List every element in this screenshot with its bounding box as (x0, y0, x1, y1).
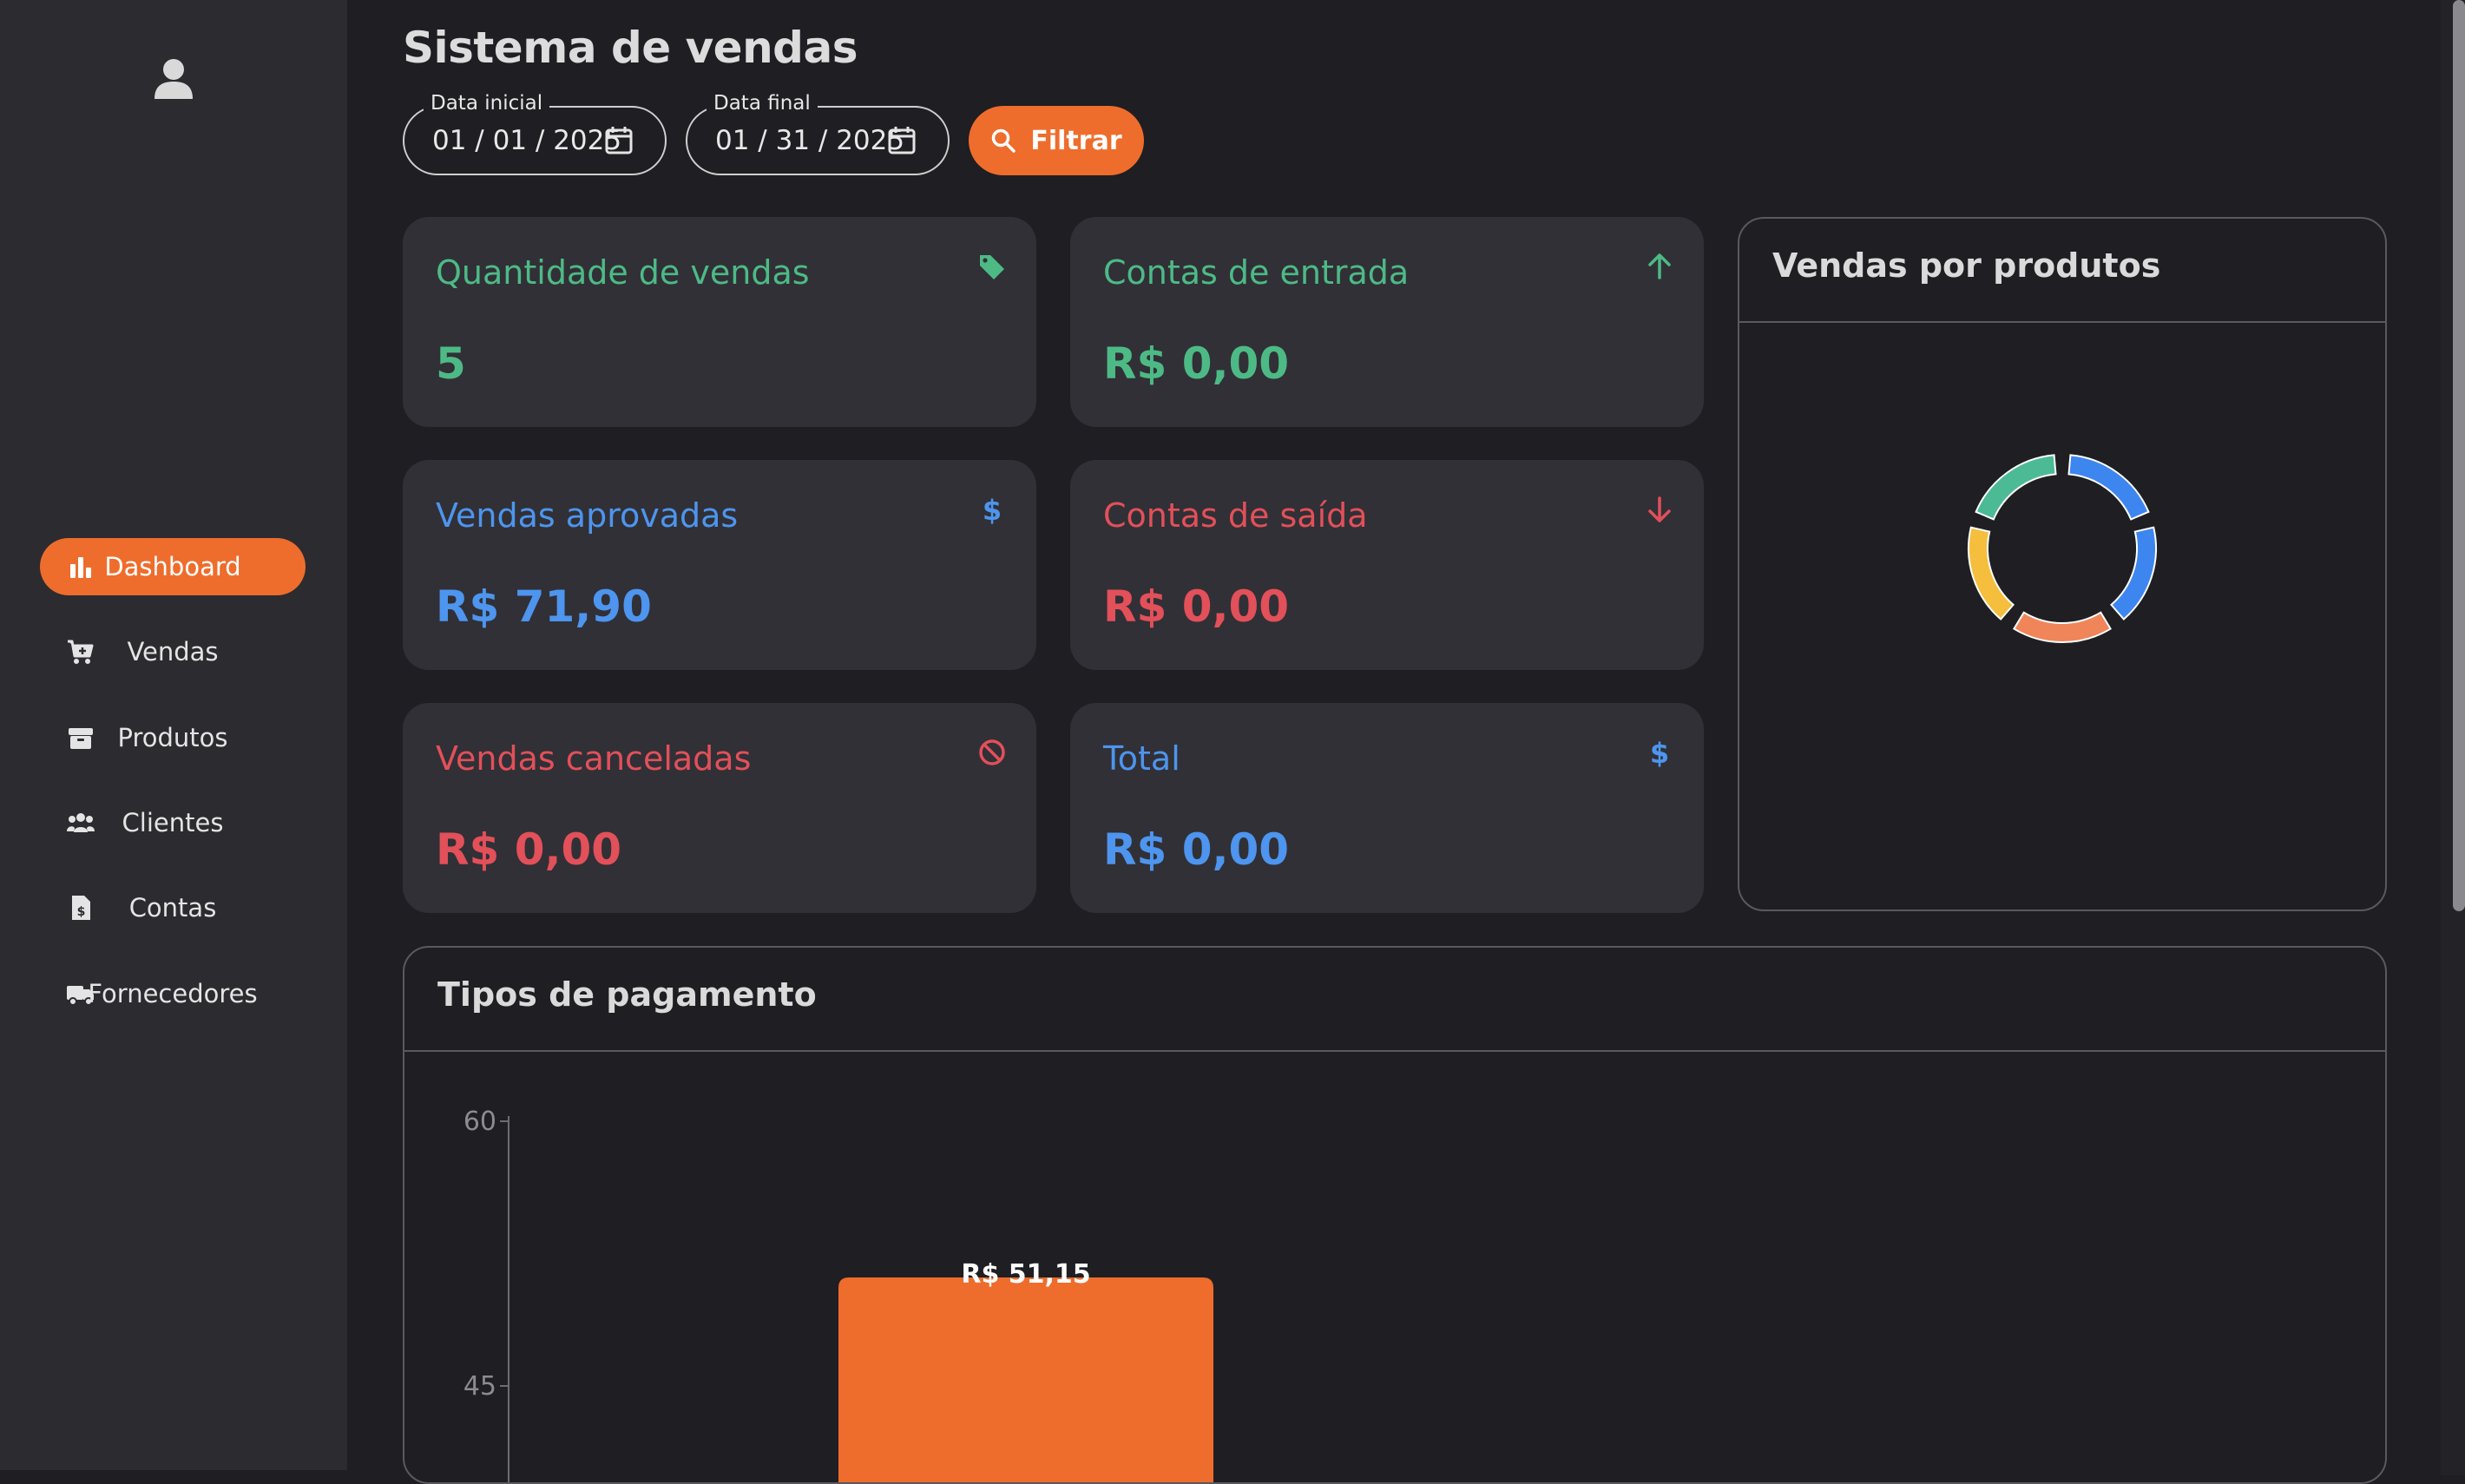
card-value: R$ 0,00 (1103, 824, 1290, 875)
svg-text:$: $ (1650, 738, 1669, 767)
start-date-value[interactable]: 01 / 01 / 2025 (432, 125, 621, 156)
end-date-label: Data final (707, 92, 818, 115)
card-title: Vendas aprovadas (436, 496, 739, 535)
sidebar-item-contas[interactable]: $ Contas (40, 879, 306, 936)
bar-chart: 60 45 R$ 51,15 (463, 1106, 1213, 1484)
page-scrollbar-thumb[interactable] (2453, 0, 2465, 911)
start-date-field[interactable]: Data inicial 01 / 01 / 2025 (403, 92, 667, 175)
tag-icon (980, 255, 1004, 279)
card-title: Contas de entrada (1103, 253, 1410, 292)
card-value: R$ 0,00 (1103, 581, 1290, 632)
tipos-de-pagamento-panel: Tipos de pagamento 60 45 R$ 51,15 (403, 946, 2387, 1484)
card-title: Vendas canceladas (436, 739, 752, 778)
filter-button-label: Filtrar (1030, 125, 1122, 156)
donut-slice[interactable] (2013, 611, 2112, 643)
arrow-up-icon (1648, 253, 1671, 279)
card-vendas-canceladas: Vendas canceladas R$ 0,00 (403, 703, 1036, 913)
filter-button[interactable]: Filtrar (969, 106, 1144, 175)
ban-icon (979, 739, 1005, 765)
page-scrollbar-track[interactable] (2441, 0, 2465, 1475)
sidebar-item-fornecedores[interactable]: Fornecedores (40, 965, 306, 1022)
sidebar-item-clientes[interactable]: Clientes (40, 794, 306, 851)
card-value: R$ 0,00 (1103, 338, 1290, 389)
sidebar-item-label: Fornecedores (88, 979, 258, 1008)
card-contas-entrada: Contas de entrada R$ 0,00 (1070, 217, 1704, 427)
bar-data-label: R$ 51,15 (961, 1259, 1090, 1290)
vendas-por-produtos-panel: Vendas por produtos CAIXA DE BOMBOM GARO… (1738, 217, 2387, 911)
svg-text:$: $ (983, 495, 1002, 524)
y-tick-label: 60 (463, 1106, 496, 1137)
dollar-icon: $ (1650, 738, 1669, 767)
sidebar-item-label: Clientes (122, 808, 224, 837)
sidebar-item-dashboard[interactable]: Dashboard (40, 538, 306, 595)
dollar-icon: $ (983, 495, 1002, 524)
arrow-down-icon (1648, 496, 1671, 522)
card-title: Quantidade de vendas (436, 253, 810, 292)
card-value: 5 (436, 338, 466, 389)
card-contas-saida: Contas de saída R$ 0,00 (1070, 460, 1704, 670)
user-avatar-icon[interactable] (149, 54, 198, 102)
sidebar-item-produtos[interactable]: Produtos (40, 709, 306, 766)
bar[interactable] (838, 1277, 1213, 1484)
calendar-icon[interactable] (604, 125, 634, 156)
sidebar-item-label: Produtos (117, 723, 228, 752)
card-total: Total R$ 0,00 $ (1070, 703, 1704, 913)
donut-slice[interactable] (2110, 526, 2157, 621)
sidebar-item-label: Dashboard (104, 552, 241, 581)
y-tick-label: 45 (463, 1371, 496, 1402)
donut-slice[interactable] (2067, 454, 2150, 521)
sidebar-item-label: Contas (128, 893, 217, 923)
donut-slice[interactable] (1968, 526, 2015, 621)
donut-slice[interactable] (1975, 454, 2057, 521)
card-title: Total (1103, 739, 1180, 778)
card-title: Contas de saída (1103, 496, 1368, 535)
end-date-field[interactable]: Data final 01 / 31 / 2025 (686, 92, 950, 175)
card-value: R$ 0,00 (436, 824, 622, 875)
sidebar: Dashboard Vendas Produtos Clientes $ Con… (0, 0, 347, 1470)
page-title: Sistema de vendas (403, 23, 858, 73)
start-date-label: Data inicial (424, 92, 550, 115)
card-quantidade-vendas: Quantidade de vendas 5 (403, 217, 1036, 427)
sidebar-item-vendas[interactable]: Vendas (40, 623, 306, 680)
end-date-value[interactable]: 01 / 31 / 2025 (715, 125, 904, 156)
card-value: R$ 71,90 (436, 581, 652, 632)
card-vendas-aprovadas: Vendas aprovadas R$ 71,90 $ (403, 460, 1036, 670)
donut-chart (1968, 454, 2157, 643)
search-icon (992, 128, 1016, 153)
calendar-icon[interactable] (887, 125, 917, 156)
sidebar-item-label: Vendas (127, 637, 219, 666)
